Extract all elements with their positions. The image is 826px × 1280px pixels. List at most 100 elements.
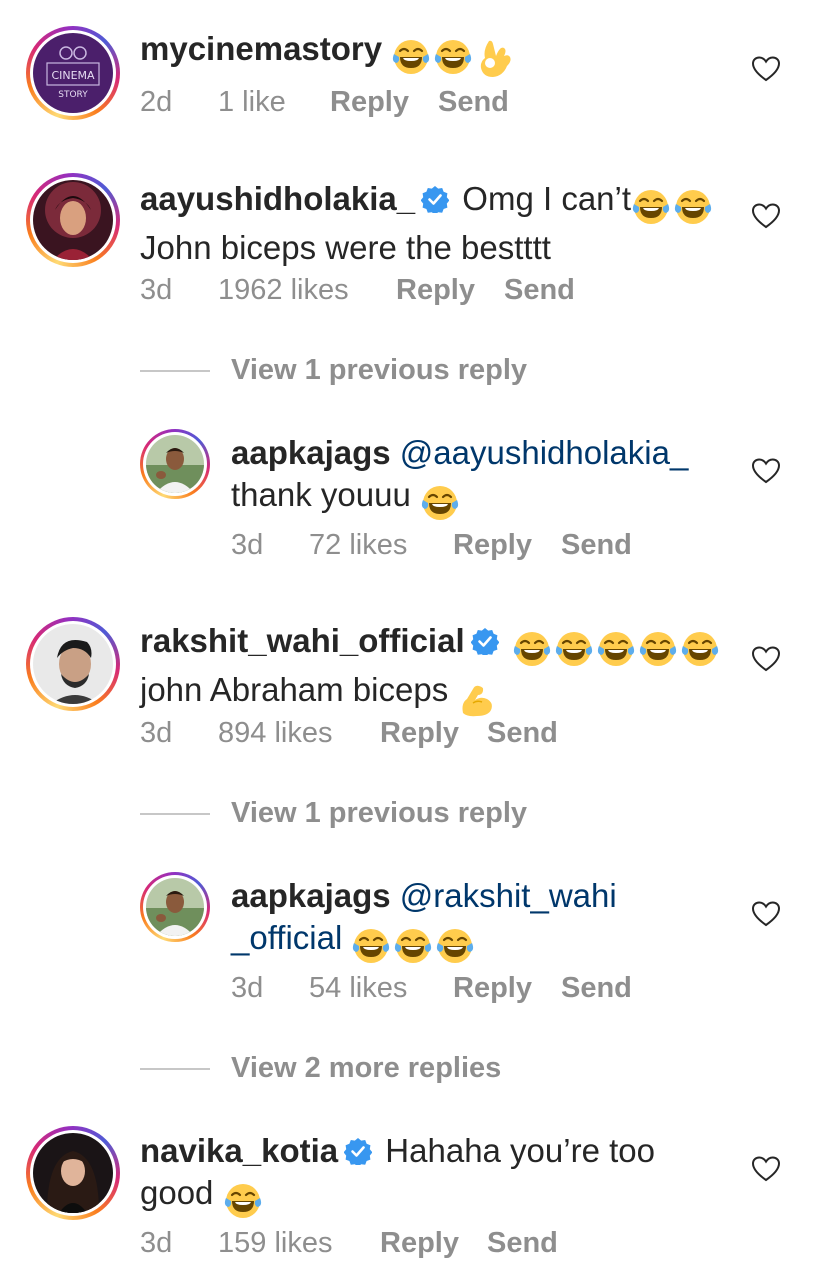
view-replies-label[interactable]: View 2 more replies: [231, 1048, 501, 1088]
emoji-run: [420, 480, 462, 523]
view-replies-label[interactable]: View 1 previous reply: [231, 793, 527, 833]
likes-count[interactable]: 1 like: [218, 86, 286, 119]
avatar-aapkajags[interactable]: [146, 878, 204, 936]
username[interactable]: aapkajags: [231, 434, 391, 471]
send-button[interactable]: Send: [438, 86, 509, 119]
likes-count[interactable]: 1962 likes: [218, 274, 349, 307]
laugh-emoji-icon: [631, 187, 671, 227]
laugh-emoji-icon: [638, 629, 678, 669]
timestamp: 3d: [231, 972, 264, 1004]
emoji-run: [512, 626, 722, 669]
mention-link-continued[interactable]: _official: [231, 919, 342, 956]
view-previous-replies[interactable]: View 1 previous reply: [140, 350, 740, 390]
reply-button[interactable]: Reply: [396, 274, 475, 307]
timestamp: 3d: [231, 529, 264, 561]
timestamp: 3d: [140, 274, 173, 306]
heart-icon[interactable]: [752, 458, 780, 484]
comment-text: Hahaha you’re too: [385, 1132, 655, 1169]
laugh-emoji-icon: [680, 629, 720, 669]
comment-body: aayushidholakia_ Omg I can’t John biceps…: [140, 178, 715, 269]
comment-text-line2: John biceps were the bestttt: [140, 229, 551, 267]
comment-body: navika_kotia Hahaha you’re too good: [140, 1130, 655, 1221]
view-previous-replies[interactable]: View 1 previous reply: [140, 793, 740, 833]
heart-icon[interactable]: [752, 56, 780, 82]
story-ring[interactable]: [26, 1126, 120, 1220]
avatar-rakshit-wahi[interactable]: [33, 624, 113, 704]
reply-button[interactable]: Reply: [453, 972, 532, 1005]
mention-link[interactable]: @rakshit_wahi: [400, 877, 617, 914]
heart-icon[interactable]: [752, 1156, 780, 1182]
laugh-emoji-icon: [554, 629, 594, 669]
send-button[interactable]: Send: [487, 1227, 558, 1260]
laugh-emoji-icon: [512, 629, 552, 669]
laugh-emoji-icon: [223, 1181, 263, 1221]
avatar-aayushidholakia[interactable]: [33, 180, 113, 260]
heart-icon[interactable]: [752, 646, 780, 672]
comment-body: aapkajags @aayushidholakia_ thank youuu: [231, 432, 688, 523]
laugh-emoji-icon: [435, 926, 475, 966]
timestamp: 3d: [140, 1227, 173, 1259]
reply-button[interactable]: Reply: [453, 529, 532, 562]
reply-button[interactable]: Reply: [380, 717, 459, 750]
divider-line: [140, 1068, 210, 1070]
emoji-run: [223, 1178, 265, 1221]
comment-text-line2: good: [140, 1174, 214, 1211]
comment-body: rakshit_wahi_official john Abraham bicep…: [140, 620, 722, 719]
avatar-logo-text: CINEMA: [51, 69, 95, 82]
send-button[interactable]: Send: [561, 529, 632, 562]
username[interactable]: rakshit_wahi_official: [140, 622, 465, 659]
send-button[interactable]: Send: [504, 274, 575, 307]
emoji-run: [351, 923, 477, 966]
verified-badge-icon: [344, 1137, 372, 1165]
verified-badge-icon: [421, 185, 449, 213]
username[interactable]: mycinemastory: [140, 30, 382, 67]
avatar-logo-text-2: STORY: [58, 90, 88, 100]
laugh-emoji-icon: [391, 37, 431, 77]
mention-link[interactable]: @aayushidholakia_: [400, 434, 689, 471]
avatar-navika-kotia[interactable]: [33, 1133, 113, 1213]
likes-count[interactable]: 894 likes: [218, 717, 332, 750]
verified-badge-icon: [471, 627, 499, 655]
laugh-emoji-icon: [673, 187, 713, 227]
comment-body: mycinemastory: [140, 28, 517, 77]
likes-count[interactable]: 159 likes: [218, 1227, 332, 1260]
story-ring[interactable]: [26, 617, 120, 711]
comment-body: aapkajags @rakshit_wahi _official: [231, 875, 617, 966]
timestamp: 2d: [140, 86, 173, 118]
flexed-biceps-emoji-icon: [457, 679, 497, 719]
ok-hand-emoji-icon: [475, 37, 515, 77]
send-button[interactable]: Send: [561, 972, 632, 1005]
username[interactable]: aayushidholakia_: [140, 180, 415, 217]
send-button[interactable]: Send: [487, 717, 558, 750]
reply-button[interactable]: Reply: [330, 86, 409, 119]
comment-text: thank youuu: [231, 476, 411, 513]
divider-line: [140, 370, 210, 372]
likes-count[interactable]: 72 likes: [309, 529, 407, 562]
divider-line: [140, 813, 210, 815]
view-more-replies[interactable]: View 2 more replies: [140, 1048, 740, 1088]
comment-text: Omg I can’t: [462, 180, 632, 217]
emoji-run: [391, 34, 517, 77]
emoji-run: [457, 675, 499, 718]
reply-button[interactable]: Reply: [380, 1227, 459, 1260]
likes-count[interactable]: 54 likes: [309, 972, 407, 1005]
laugh-emoji-icon: [351, 926, 391, 966]
story-ring[interactable]: [26, 173, 120, 267]
laugh-emoji-icon: [420, 483, 460, 523]
avatar-aapkajags[interactable]: [146, 435, 204, 493]
story-ring[interactable]: [140, 429, 210, 499]
username[interactable]: navika_kotia: [140, 1132, 338, 1169]
story-ring[interactable]: [140, 872, 210, 942]
username[interactable]: aapkajags: [231, 877, 391, 914]
laugh-emoji-icon: [393, 926, 433, 966]
avatar-mycinemastory[interactable]: CINEMA STORY: [33, 33, 113, 113]
timestamp: 3d: [140, 717, 173, 749]
laugh-emoji-icon: [596, 629, 636, 669]
story-ring[interactable]: CINEMA STORY: [26, 26, 120, 120]
view-replies-label[interactable]: View 1 previous reply: [231, 350, 527, 390]
emoji-run: [631, 184, 715, 227]
comment-text: john Abraham biceps: [140, 671, 449, 709]
laugh-emoji-icon: [433, 37, 473, 77]
heart-icon[interactable]: [752, 203, 780, 229]
heart-icon[interactable]: [752, 901, 780, 927]
